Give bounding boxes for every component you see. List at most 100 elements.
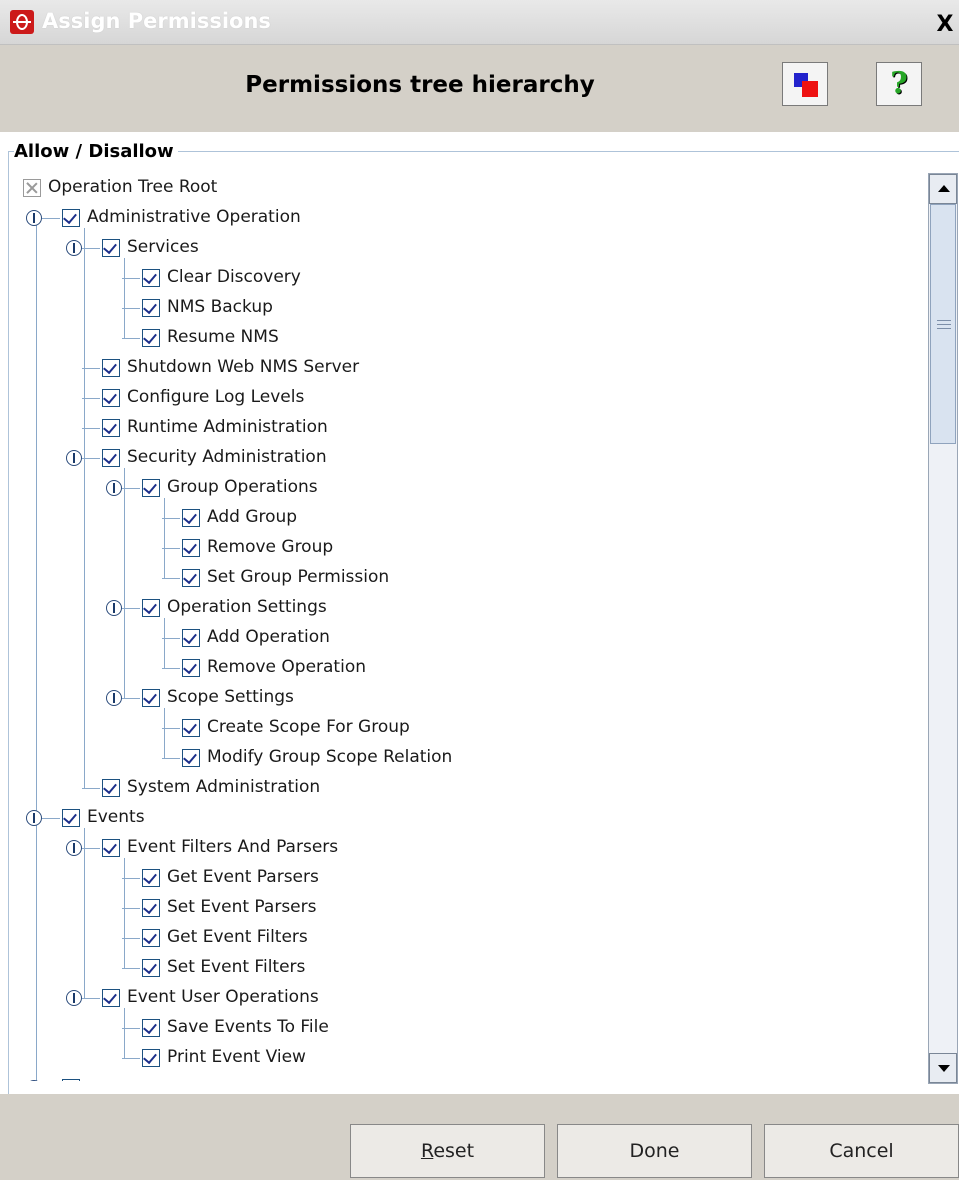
permission-checkbox[interactable]: [102, 449, 120, 467]
tree-item[interactable]: Set Event Parsers: [16, 894, 916, 924]
app-icon: [10, 10, 34, 34]
tree-item[interactable]: Modify Group Scope Relation: [16, 744, 916, 774]
permission-checkbox[interactable]: [62, 809, 80, 827]
expand-collapse-icon[interactable]: [26, 1080, 42, 1081]
cancel-button[interactable]: Cancel: [764, 1124, 959, 1178]
done-button[interactable]: Done: [557, 1124, 752, 1178]
permission-checkbox[interactable]: [182, 719, 200, 737]
tree-item[interactable]: Security Administration: [16, 444, 916, 474]
scroll-down-button[interactable]: [929, 1053, 957, 1083]
permission-checkbox[interactable]: [23, 179, 41, 197]
permission-checkbox[interactable]: [102, 779, 120, 797]
tree-item[interactable]: NMS Backup: [16, 294, 916, 324]
permission-checkbox[interactable]: [142, 869, 160, 887]
tree-item[interactable]: Create Scope For Group: [16, 714, 916, 744]
expand-collapse-icon[interactable]: [106, 600, 122, 616]
permission-checkbox[interactable]: [182, 629, 200, 647]
permission-checkbox[interactable]: [182, 749, 200, 767]
permission-checkbox[interactable]: [102, 389, 120, 407]
tree-item[interactable]: Resume NMS: [16, 324, 916, 354]
check-icon: [143, 929, 157, 945]
permission-checkbox[interactable]: [102, 419, 120, 437]
tree-item[interactable]: Configure Log Levels: [16, 384, 916, 414]
permission-checkbox[interactable]: [182, 539, 200, 557]
tree-connector: [122, 488, 140, 489]
tree-item[interactable]: Administrative Operation: [16, 204, 916, 234]
color-button[interactable]: [782, 62, 828, 106]
tree-item[interactable]: Shutdown Web NMS Server: [16, 354, 916, 384]
page-title: Permissions tree hierarchy: [245, 72, 595, 98]
tree-item[interactable]: Set Group Permission: [16, 564, 916, 594]
tree-item[interactable]: Scope Settings: [16, 684, 916, 714]
expand-collapse-icon[interactable]: [26, 810, 42, 826]
tree-item-label: Configure Log Levels: [127, 387, 305, 407]
scroll-thumb[interactable]: [930, 204, 956, 444]
permission-checkbox[interactable]: [182, 659, 200, 677]
expand-collapse-icon[interactable]: [66, 450, 82, 466]
permission-checkbox[interactable]: [142, 899, 160, 917]
tree-item[interactable]: Events: [16, 804, 916, 834]
permission-checkbox[interactable]: [62, 209, 80, 227]
expand-collapse-icon[interactable]: [106, 480, 122, 496]
expand-collapse-icon[interactable]: [26, 210, 42, 226]
tree-item[interactable]: Add Group: [16, 504, 916, 534]
scroll-up-button[interactable]: [929, 174, 957, 204]
reset-mnemonic: R: [420, 1140, 434, 1162]
expand-collapse-icon[interactable]: [66, 840, 82, 856]
tree-item[interactable]: Runtime Administration: [16, 414, 916, 444]
check-icon: [143, 899, 157, 915]
permission-checkbox[interactable]: [182, 569, 200, 587]
permission-checkbox[interactable]: [142, 689, 160, 707]
check-icon: [143, 869, 157, 885]
permission-checkbox[interactable]: [102, 989, 120, 1007]
tree-scrollbar[interactable]: [928, 173, 958, 1084]
check-icon: [63, 1079, 77, 1081]
tree-item[interactable]: Event User Operations: [16, 984, 916, 1014]
tree-item[interactable]: Group Operations: [16, 474, 916, 504]
close-button[interactable]: X: [934, 14, 956, 36]
permission-checkbox[interactable]: [142, 479, 160, 497]
help-icon: ?: [890, 66, 908, 101]
tree-item[interactable]: Remove Operation: [16, 654, 916, 684]
tree-item[interactable]: Clear Discovery: [16, 264, 916, 294]
tree-item[interactable]: Remove Group: [16, 534, 916, 564]
tree-item[interactable]: [16, 1074, 916, 1081]
permission-checkbox[interactable]: [142, 1049, 160, 1067]
permission-checkbox[interactable]: [102, 359, 120, 377]
permission-checkbox[interactable]: [142, 1019, 160, 1037]
tree-item[interactable]: Get Event Parsers: [16, 864, 916, 894]
title-bar[interactable]: Assign Permissions X: [0, 0, 959, 45]
permission-checkbox[interactable]: [142, 929, 160, 947]
expand-collapse-icon[interactable]: [66, 240, 82, 256]
permissions-tree[interactable]: Operation Tree Root Administrative Operat…: [16, 174, 926, 1081]
tree-item-label: Clear Discovery: [167, 267, 301, 287]
tree-item[interactable]: Save Events To File: [16, 1014, 916, 1044]
permission-checkbox[interactable]: [142, 329, 160, 347]
permission-checkbox[interactable]: [102, 239, 120, 257]
tree-item[interactable]: Add Operation: [16, 624, 916, 654]
tree-item-label: Add Group: [207, 507, 298, 527]
permission-checkbox[interactable]: [142, 269, 160, 287]
tree-item[interactable]: Event Filters And Parsers: [16, 834, 916, 864]
tree-item[interactable]: Get Event Filters: [16, 924, 916, 954]
permission-checkbox[interactable]: [142, 599, 160, 617]
expand-collapse-icon[interactable]: [106, 690, 122, 706]
permission-checkbox[interactable]: [62, 1079, 80, 1081]
tree-item-label: Set Event Filters: [167, 957, 306, 977]
permission-checkbox[interactable]: [142, 959, 160, 977]
tree-item[interactable]: Set Event Filters: [16, 954, 916, 984]
expand-collapse-icon[interactable]: [66, 990, 82, 1006]
permission-checkbox[interactable]: [102, 839, 120, 857]
tree-item[interactable]: Services: [16, 234, 916, 264]
check-icon: [103, 389, 117, 405]
help-button[interactable]: ?: [876, 62, 922, 106]
permission-checkbox[interactable]: [142, 299, 160, 317]
tree-connector: [122, 1028, 140, 1029]
tree-item[interactable]: Operation Settings: [16, 594, 916, 624]
permission-checkbox[interactable]: [182, 509, 200, 527]
tree-item[interactable]: System Administration: [16, 774, 916, 804]
tree-item-label: Administrative Operation: [87, 207, 301, 227]
tree-item[interactable]: Print Event View: [16, 1044, 916, 1074]
tree-item[interactable]: Operation Tree Root: [16, 174, 916, 204]
reset-button[interactable]: Reset: [350, 1124, 545, 1178]
